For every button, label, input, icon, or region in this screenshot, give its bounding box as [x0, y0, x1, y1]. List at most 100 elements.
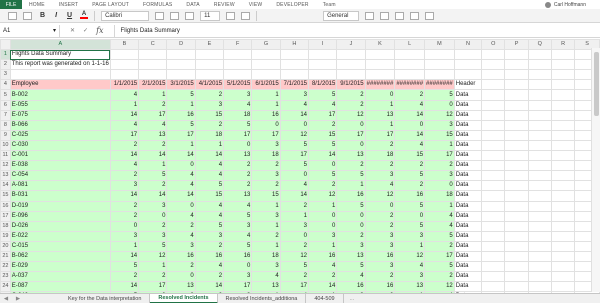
value-cell[interactable]: 15	[424, 129, 455, 141]
borders-icon[interactable]	[241, 11, 251, 20]
tab-data[interactable]: DATA	[179, 2, 206, 8]
value-cell[interactable]: 14	[166, 190, 196, 202]
header-cell[interactable]: 8/1/2015	[308, 79, 338, 91]
value-cell[interactable]: 0	[166, 271, 196, 283]
value-cell[interactable]: 1	[166, 139, 196, 152]
cell[interactable]	[504, 59, 529, 71]
value-cell[interactable]: 16	[223, 250, 253, 263]
row-header[interactable]: 20	[0, 240, 11, 252]
row-type-cell[interactable]: Data	[453, 220, 483, 232]
cell[interactable]	[336, 59, 366, 71]
cell[interactable]	[527, 59, 552, 71]
name-box[interactable]: A1 ▾	[0, 24, 60, 37]
value-cell[interactable]: 4	[138, 119, 168, 131]
value-cell[interactable]: 3	[223, 89, 253, 101]
value-cell[interactable]: 17	[138, 281, 168, 293]
value-cell[interactable]: 3	[394, 271, 426, 283]
cell[interactable]	[308, 49, 338, 61]
cell[interactable]	[223, 69, 253, 81]
value-cell[interactable]: 0	[364, 200, 396, 212]
value-cell[interactable]: 4	[194, 200, 225, 212]
cell[interactable]	[504, 281, 529, 293]
value-cell[interactable]: 16	[308, 250, 338, 263]
value-cell[interactable]: 0	[336, 119, 366, 131]
value-cell[interactable]: 4	[194, 210, 225, 222]
value-cell[interactable]: 2	[308, 180, 338, 192]
cell[interactable]	[251, 59, 281, 71]
value-cell[interactable]: 17	[424, 150, 455, 162]
value-cell[interactable]: 4	[364, 180, 396, 192]
value-cell[interactable]: 0	[166, 200, 196, 212]
value-cell[interactable]: 2	[166, 220, 196, 232]
tab-formulas[interactable]: FORMULAS	[136, 2, 179, 8]
prev-sheet-icon[interactable]: ◀	[0, 296, 12, 302]
value-cell[interactable]: 13	[336, 250, 366, 263]
cell[interactable]	[481, 240, 506, 252]
employee-cell[interactable]: A-037	[9, 271, 111, 283]
value-cell[interactable]: 1	[109, 240, 140, 252]
value-cell[interactable]: 2	[424, 240, 455, 252]
value-cell[interactable]: 0	[279, 230, 310, 242]
scrollbar-thumb[interactable]	[594, 52, 599, 116]
row-type-cell[interactable]: Data	[453, 230, 483, 242]
format-table-icon[interactable]	[380, 11, 390, 20]
value-cell[interactable]: 5	[424, 89, 455, 101]
value-cell[interactable]: 1	[251, 89, 281, 101]
row-type-cell[interactable]: Data	[453, 271, 483, 283]
row-type-cell[interactable]: Data	[453, 281, 483, 293]
value-cell[interactable]: 1	[364, 119, 396, 131]
value-cell[interactable]: 2	[394, 89, 426, 101]
cell[interactable]	[550, 160, 576, 172]
cell[interactable]	[394, 69, 426, 81]
value-cell[interactable]: 2	[109, 170, 140, 182]
cell[interactable]	[527, 281, 552, 293]
value-cell[interactable]: 14	[194, 150, 225, 162]
value-cell[interactable]: 4	[109, 119, 140, 131]
cell[interactable]	[481, 109, 506, 121]
value-cell[interactable]: 4	[394, 99, 426, 111]
cell[interactable]	[481, 99, 506, 111]
select-all-corner[interactable]	[0, 38, 11, 51]
row-type-cell[interactable]: Data	[453, 99, 483, 111]
value-cell[interactable]: 17	[364, 129, 396, 141]
cell[interactable]	[550, 109, 576, 121]
header-cell[interactable]: ########	[424, 79, 455, 91]
row-type-cell[interactable]: Data	[453, 150, 483, 162]
row-header[interactable]: 17	[0, 210, 11, 222]
value-cell[interactable]: 14	[109, 250, 140, 263]
value-cell[interactable]: 0	[138, 210, 168, 222]
value-cell[interactable]: 2	[251, 230, 281, 242]
sheet-tab-resolved-additional[interactable]: Resolved Incidents_additiona	[218, 293, 307, 303]
employee-cell[interactable]: C-030	[9, 139, 111, 152]
value-cell[interactable]: 12	[279, 250, 310, 263]
cell[interactable]	[504, 99, 529, 111]
employee-cell[interactable]: E-055	[9, 99, 111, 111]
cell[interactable]	[550, 200, 576, 212]
value-cell[interactable]: 4	[223, 230, 253, 242]
value-cell[interactable]: 3	[138, 230, 168, 242]
value-cell[interactable]: 14	[109, 281, 140, 293]
value-cell[interactable]: 2	[138, 180, 168, 192]
cell[interactable]	[550, 129, 576, 141]
row-type-cell[interactable]: Data	[453, 129, 483, 141]
cell[interactable]	[527, 170, 552, 182]
cell[interactable]	[481, 261, 506, 273]
cell[interactable]	[527, 160, 552, 172]
value-cell[interactable]: 3	[138, 200, 168, 212]
column-header[interactable]: C	[138, 38, 168, 51]
worksheet-grid[interactable]: A B C D E F G H I J K L M N O P Q R S 1 Flights Data Summary…	[0, 38, 600, 303]
value-cell[interactable]: 2	[138, 139, 168, 152]
column-header[interactable]: N	[453, 38, 483, 51]
column-header[interactable]: Q	[527, 38, 552, 51]
value-cell[interactable]: 16	[251, 109, 281, 121]
value-cell[interactable]: 18	[424, 190, 455, 202]
value-cell[interactable]: 5	[194, 180, 225, 192]
value-cell[interactable]: 2	[336, 99, 366, 111]
value-cell[interactable]: 2	[109, 271, 140, 283]
value-cell[interactable]: 14	[279, 190, 310, 202]
cell[interactable]	[364, 49, 396, 61]
value-cell[interactable]: 17	[166, 129, 196, 141]
cell[interactable]	[194, 49, 225, 61]
cell[interactable]	[453, 69, 483, 81]
cell[interactable]	[550, 89, 576, 101]
